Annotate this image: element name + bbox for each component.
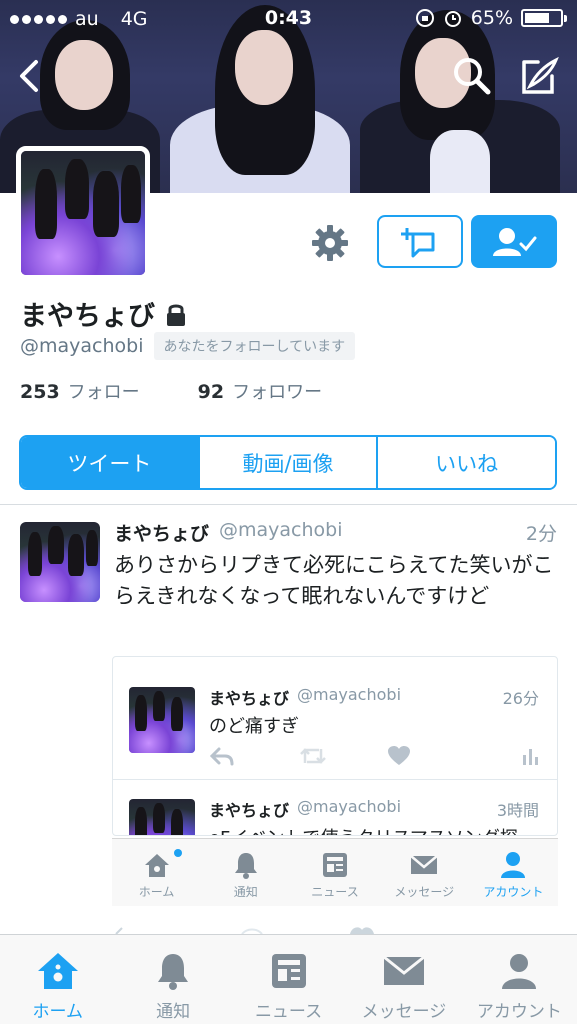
followers-count-link[interactable]: 92 フォロワー [198,378,322,404]
compose-icon[interactable] [516,54,560,98]
tab-tweets[interactable]: ツイート [21,437,198,488]
add-list-icon [401,227,435,257]
battery-icon [521,9,567,27]
embedded-tab-messages: メッセージ [380,839,469,906]
embedded-tweet-actions [209,745,543,771]
home-icon [144,854,169,877]
display-name: まやちょび [20,301,155,332]
banner-figure [430,130,490,193]
gear-icon[interactable] [309,222,351,264]
profile-avatar[interactable] [16,146,150,280]
embedded-tab-label: メッセージ [394,885,455,899]
embedded-tweet-text: のど痛すぎ [209,716,299,737]
divider [113,779,557,780]
tweet-embedded-image[interactable]: まやちょび @mayachobi 26分 のど痛すぎ まやちょび @mayach… [112,656,558,836]
tab-news[interactable]: ニュース [231,935,346,1024]
tab-home[interactable]: ホーム [0,935,115,1024]
news-icon [271,954,306,988]
follows-you-badge: あなたをフォローしています [153,332,356,360]
profile-top-nav [0,52,577,102]
person-check-icon [493,227,537,256]
profile-tabs: ツイート 動画/画像 いいね [19,435,557,490]
tweet-actions-peek [115,927,374,934]
embedded-tab-label: 通知 [233,885,258,899]
handle-row: @mayachobi あなたをフォローしています [20,332,356,360]
tweet-author-name[interactable]: まやちょび [114,519,209,546]
analytics-icon [523,749,538,765]
tab-label: 通知 [156,1002,191,1022]
back-chevron-icon[interactable] [14,56,44,96]
news-icon [323,853,347,877]
divider [0,504,577,505]
embedded-tab-notifications: 通知 [201,839,290,906]
envelope-icon [410,855,439,874]
heart-icon [388,746,410,765]
tab-label: ニュース [254,1002,323,1022]
battery-percent: 65% [470,7,513,29]
person-icon [502,954,537,989]
status-bar: au 4G 0:43 65% [0,0,577,38]
tab-notifications[interactable]: 通知 [115,935,230,1024]
embedded-tab-account: アカウント [469,839,558,906]
following-count: 253 [20,381,60,403]
profile-name: まやちょび [20,294,187,333]
alarm-icon [444,11,461,27]
add-to-list-button[interactable] [377,215,463,268]
retweet-icon [300,748,326,764]
home-icon [37,953,78,989]
embedded-tweet-avatar [129,687,195,753]
tab-account[interactable]: アカウント [462,935,577,1024]
envelope-icon [382,955,425,985]
bell-icon [158,954,189,990]
embedded-tab-news: ニュース [290,839,379,906]
rotation-lock-icon [415,9,434,27]
embedded-tweet-time: 3時間 [496,801,539,820]
lock-icon [167,304,185,326]
person-icon [501,852,526,878]
tab-label: ホーム [32,1002,83,1022]
tweet-avatar[interactable] [20,522,100,602]
tweet-author-handle: @mayachobi [219,519,343,541]
bottom-tab-bar: ホーム 通知 ニュース メッセージ アカウント [0,934,577,1024]
embedded-tab-bar: ホーム 通知 ニュース メッセージ アカウント [112,838,558,906]
bell-icon [234,853,257,879]
embedded-tweet-handle: @mayachobi [297,685,402,704]
embedded-tab-label: ニュース [311,885,359,899]
search-icon[interactable] [450,54,494,98]
embedded-tweet-name: まやちょび [209,689,290,708]
tab-label: メッセージ [361,1002,447,1022]
tweet-text: ありさからリプきて必死にこらえてた笑いがこらえきれなくなって眠れないんですけど [114,553,554,608]
reply-icon [209,747,234,766]
tweet-header: まやちょび @mayachobi 2分 [114,519,557,546]
embedded-tweet-time: 26分 [502,689,539,708]
embedded-tweet-avatar [129,799,195,835]
follow-counts: 253 フォロー 92 フォロワー [20,378,322,404]
embedded-tab-home: ホーム [112,839,201,906]
embedded-tweet-handle: @mayachobi [297,797,402,816]
embedded-tab-label: ホーム [138,885,175,899]
tab-likes[interactable]: いいね [376,437,555,488]
followers-count: 92 [197,381,225,403]
tab-messages[interactable]: メッセージ [346,935,461,1024]
following-button[interactable] [471,215,557,268]
tweet-timestamp: 2分 [525,523,557,545]
embedded-tweet-text: oFイベントで使うクリスマスソング探 [209,824,518,835]
profile-handle: @mayachobi [20,335,144,357]
tab-media[interactable]: 動画/画像 [197,437,377,488]
following-label: フォロー [67,382,140,403]
embedded-tab-label: アカウント [483,885,544,899]
tab-label: アカウント [476,1002,562,1022]
following-count-link[interactable]: 253 フォロー [20,378,140,404]
followers-label: フォロワー [232,382,323,403]
embedded-tweet-name: まやちょび [209,801,290,820]
